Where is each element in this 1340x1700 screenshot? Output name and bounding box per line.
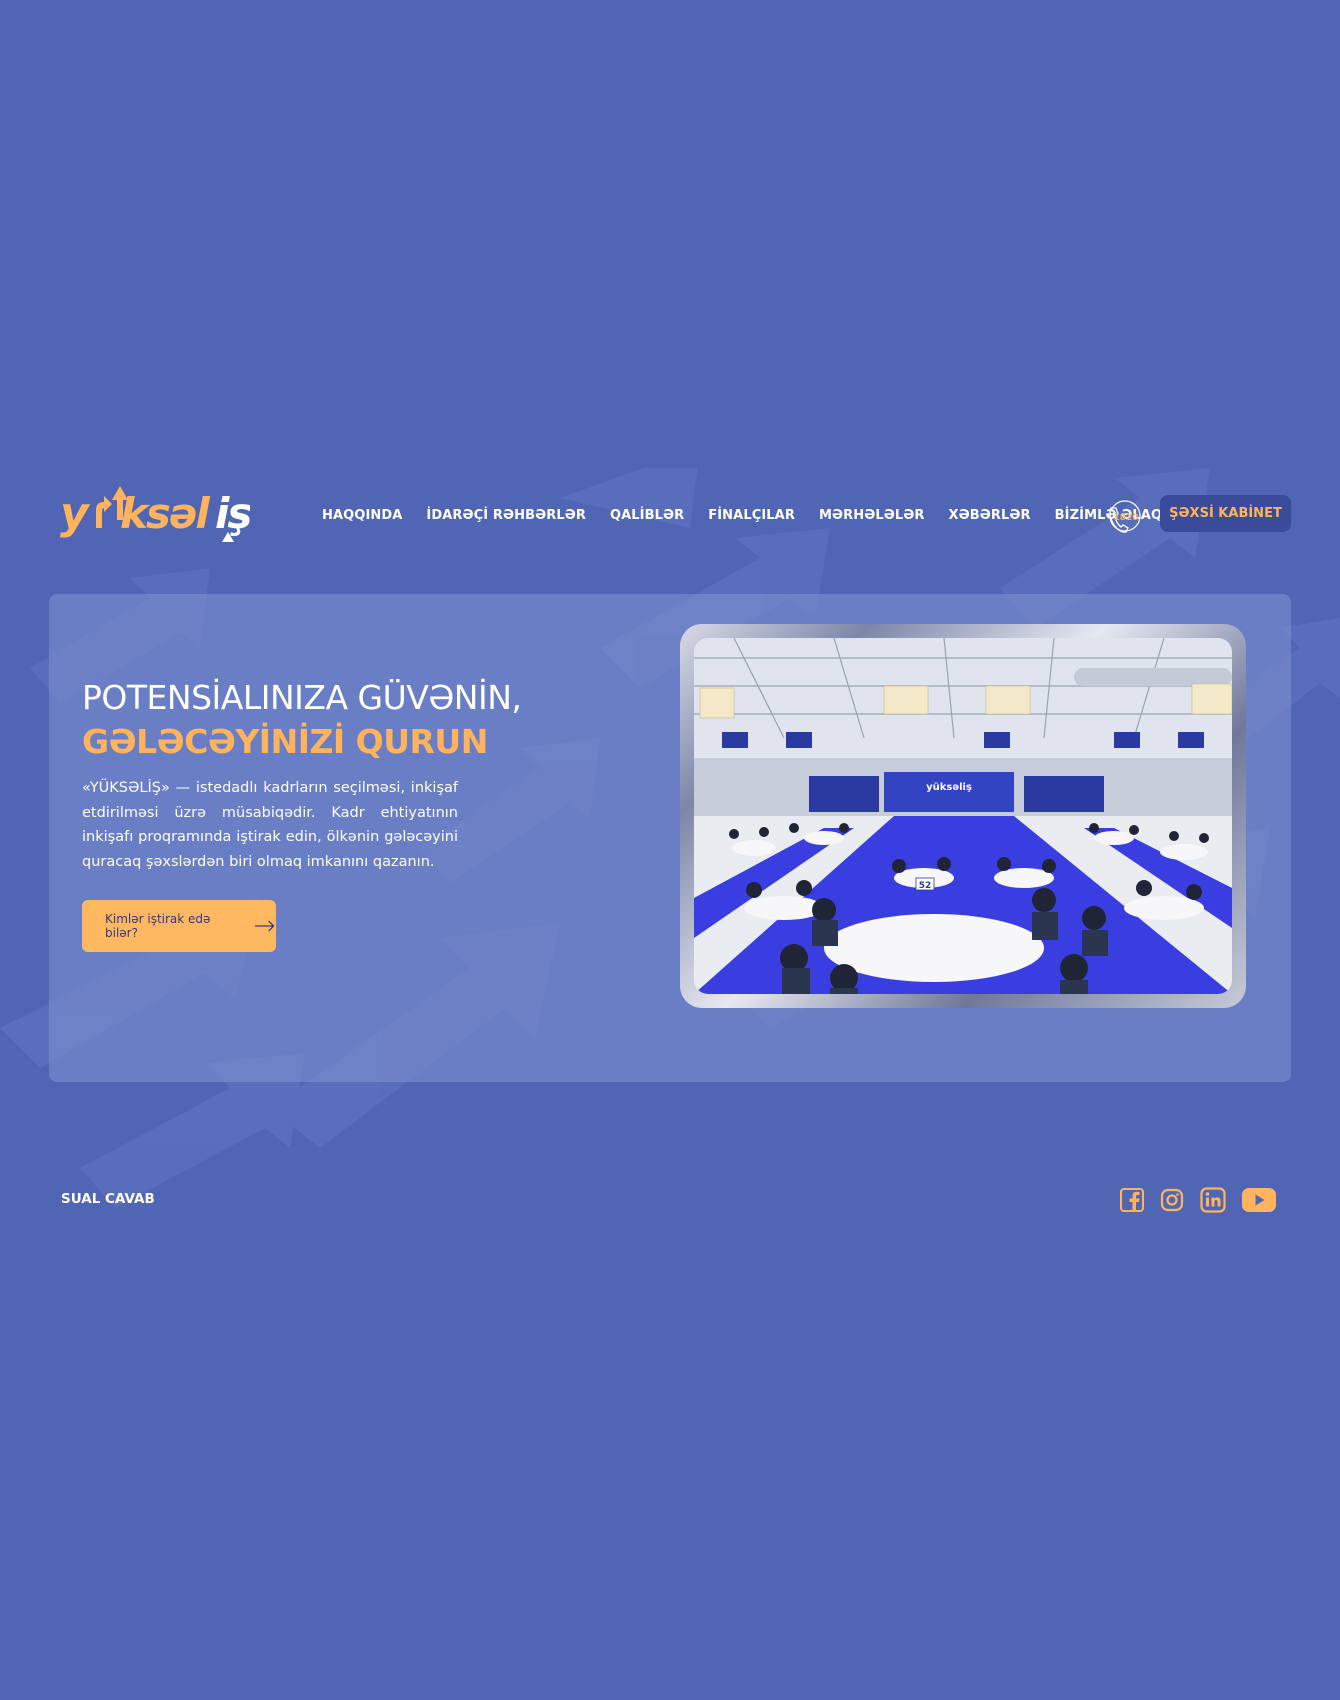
facebook-icon[interactable] (1120, 1188, 1144, 1212)
nav-about[interactable]: HAQQINDA (322, 508, 402, 523)
phone-number: 1820 (1113, 513, 1138, 523)
hero-title-line2: GƏLƏCƏYİNİZİ QURUN (82, 722, 488, 761)
nav-winners[interactable]: QALİBLƏR (610, 508, 684, 523)
youtube-icon[interactable] (1242, 1188, 1276, 1212)
phone-icon: 1820 (1109, 500, 1141, 533)
nav-news[interactable]: XƏBƏRLƏR (949, 508, 1031, 523)
hero-title: POTENSİALINIZA GÜVƏNİN, GƏLƏCƏYİNİZİ QUR… (82, 676, 602, 764)
personal-cabinet-button[interactable]: ŞƏXSİ KABİNET (1160, 495, 1291, 532)
svg-text:iş: iş (215, 489, 250, 538)
hero-card: POTENSİALINIZA GÜVƏNİN, GƏLƏCƏYİNİZİ QUR… (49, 594, 1291, 1082)
svg-text:ksəl: ksəl (120, 489, 210, 538)
svg-text:yüksəliş: yüksəliş (926, 782, 972, 793)
cta-label: Kimlər iştirak edə bilər? (105, 912, 211, 940)
instagram-icon[interactable] (1160, 1188, 1184, 1212)
main-nav: HAQQINDA İDARƏÇİ RƏHBƏRLƏR QALİBLƏR FİNA… (322, 480, 1173, 550)
table-number: 52 (919, 881, 932, 891)
svg-text:y: y (60, 488, 91, 539)
site-header: y ksəl iş HAQQINDA İDARƏÇİ RƏHBƏRLƏR QAL… (60, 480, 1292, 550)
nav-stages[interactable]: MƏRHƏLƏLƏR (819, 508, 925, 523)
social-links (1120, 1186, 1276, 1214)
hero-photo-frame: yüksəliş 52 (680, 624, 1246, 1008)
who-can-participate-button[interactable]: Kimlər iştirak edə bilər? (82, 900, 276, 952)
arrow-right-icon (255, 920, 275, 932)
hero-description: «YÜKSƏLİŞ» — istedadlı kadrların seçilmə… (82, 780, 458, 870)
linkedin-icon[interactable] (1200, 1187, 1226, 1213)
hero-title-line1: POTENSİALINIZA GÜVƏNİN, (82, 678, 522, 717)
hotline-link[interactable]: 1820 (1106, 499, 1142, 535)
nav-managers[interactable]: İDARƏÇİ RƏHBƏRLƏR (426, 508, 586, 523)
yukselis-logo[interactable]: y ksəl iş (60, 480, 250, 550)
event-hall-photo: yüksəliş 52 (694, 638, 1232, 994)
nav-finalists[interactable]: FİNALÇILAR (708, 508, 795, 523)
faq-link[interactable]: SUAL CAVAB (61, 1191, 155, 1207)
